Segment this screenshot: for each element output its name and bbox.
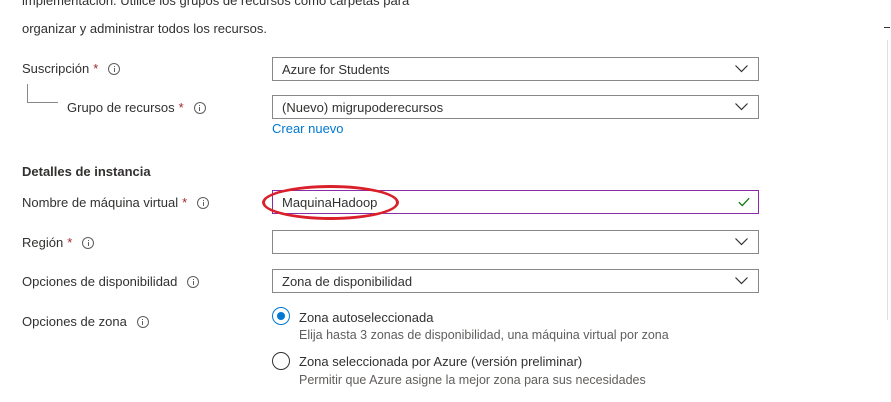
info-icon[interactable] [187, 275, 200, 288]
required-marker: * [178, 100, 184, 115]
edge-mark [884, 27, 890, 28]
zone-option-radio-auto[interactable] [272, 307, 290, 325]
region-label-group: Región * [22, 235, 95, 250]
intro-text: organizar y administrar todos los recurs… [22, 21, 267, 36]
required-marker: * [93, 61, 99, 76]
region-select[interactable] [272, 230, 759, 254]
zone-options-label: Opciones de zona [22, 314, 127, 329]
required-marker: * [67, 235, 73, 250]
info-icon[interactable] [197, 196, 210, 209]
zone-option-description: Permitir que Azure asigne la mejor zona … [299, 373, 646, 387]
resource-group-select[interactable]: (Nuevo) migrupoderecursos [272, 95, 759, 119]
subscription-label-group: Suscripción * [22, 61, 121, 76]
tree-connector-horizontal [27, 102, 58, 103]
scrollbar-track[interactable] [887, 40, 888, 320]
region-label: Región [22, 235, 64, 250]
required-marker: * [182, 195, 188, 210]
zone-option-title: Zona seleccionada por Azure (versión pre… [299, 354, 583, 369]
zone-options-label-group: Opciones de zona [22, 314, 149, 329]
availability-value: Zona de disponibilidad [282, 273, 413, 289]
intro-cut-text: implementación. Utilice los grupos de re… [22, 0, 410, 8]
subscription-value: Azure for Students [282, 61, 390, 77]
resource-group-label: Grupo de recursos [67, 100, 175, 115]
availability-label: Opciones de disponibilidad [22, 274, 178, 289]
subscription-label: Suscripción [22, 61, 90, 76]
zone-option-description: Elija hasta 3 zonas de disponibilidad, u… [299, 328, 669, 342]
vm-name-label-group: Nombre de máquina virtual * [22, 195, 210, 210]
vm-name-input[interactable]: MaquinaHadoop [272, 190, 759, 214]
chevron-down-icon [735, 65, 748, 73]
info-icon[interactable] [108, 62, 121, 75]
resource-group-value: (Nuevo) migrupoderecursos [282, 99, 444, 115]
availability-select[interactable]: Zona de disponibilidad [272, 269, 759, 293]
resource-group-label-group: Grupo de recursos * [67, 100, 206, 115]
vm-name-label: Nombre de máquina virtual [22, 195, 179, 210]
vm-name-value: MaquinaHadoop [282, 194, 378, 210]
tree-connector-vertical [27, 84, 28, 102]
chevron-down-icon [735, 277, 748, 285]
create-new-link[interactable]: Crear nuevo [272, 121, 344, 136]
zone-option-radio-azure[interactable] [272, 352, 290, 370]
section-heading: Detalles de instancia [22, 164, 151, 179]
zone-option-title: Zona autoseleccionada [299, 310, 434, 325]
info-icon[interactable] [136, 315, 149, 328]
info-icon[interactable] [193, 101, 206, 114]
checkmark-icon [738, 197, 750, 207]
availability-label-group: Opciones de disponibilidad [22, 274, 200, 289]
subscription-select[interactable]: Azure for Students [272, 57, 759, 81]
chevron-down-icon [735, 103, 748, 111]
info-icon[interactable] [82, 236, 95, 249]
chevron-down-icon [735, 238, 748, 246]
